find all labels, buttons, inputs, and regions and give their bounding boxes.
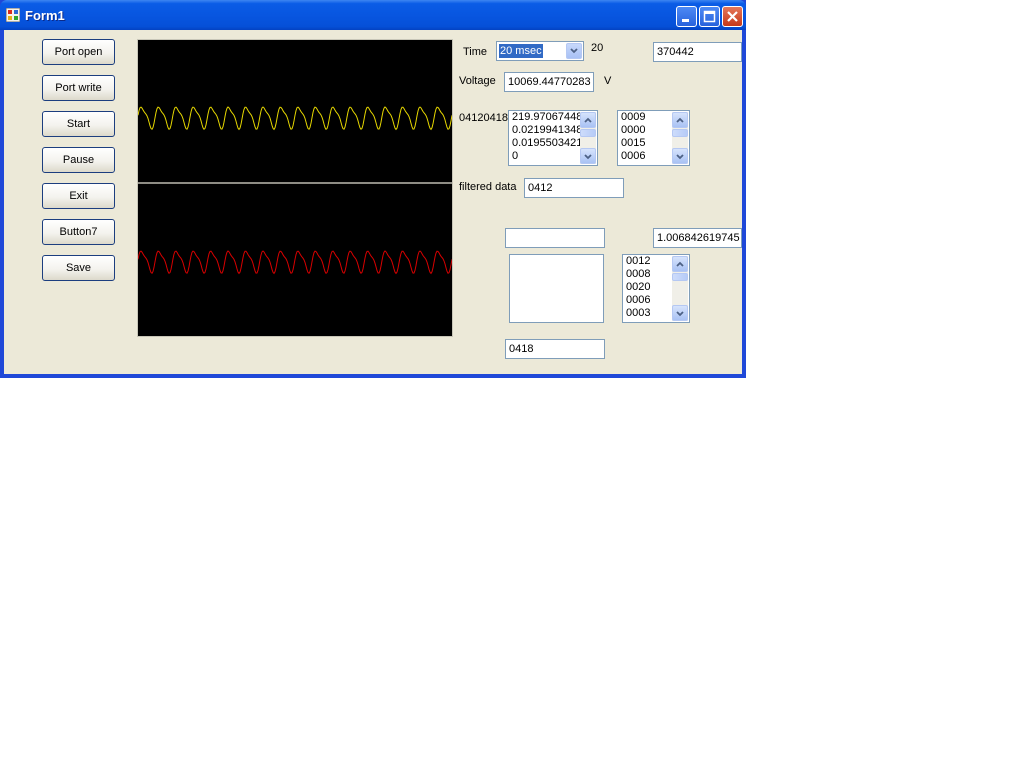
time-select-dropdown[interactable] [566,43,582,59]
close-button[interactable] [722,6,743,27]
codes2-scrollbar[interactable] [672,256,688,321]
port-write-button[interactable]: Port write [42,75,115,101]
scroll-down-icon [584,154,592,160]
values-scrollbar[interactable] [580,112,596,164]
time-label: Time [463,46,488,58]
raw-data-label: 04120418 [459,112,508,124]
scroll-down-icon [676,154,684,160]
maximize-button[interactable] [699,6,720,27]
scroll-down-button[interactable] [580,148,596,164]
app-icon [6,8,20,22]
scroll-thumb[interactable] [580,129,596,137]
minimize-button[interactable] [676,6,697,27]
values-listbox[interactable]: 219.97067448 0.0219941348 0.0195503421 0 [508,110,598,166]
scroll-thumb[interactable] [672,129,688,137]
save-button[interactable]: Save [42,255,115,281]
button7[interactable]: Button7 [42,219,115,245]
scroll-up-button[interactable] [580,112,596,128]
scroll-down-button[interactable] [672,305,688,321]
voltage-textbox[interactable]: 10069.44770283 [504,72,594,92]
empty-textbox[interactable] [505,228,605,248]
start-button[interactable]: Start [42,111,115,137]
port-open-button[interactable]: Port open [42,39,115,65]
title-bar[interactable]: Form1 [0,0,746,30]
time-select-value: 20 msec [499,44,543,58]
empty-listbox[interactable] [509,254,604,323]
scroll-up-icon [584,117,592,123]
time-select[interactable]: 20 msec [496,41,584,61]
form-client-area: Port open Port write Start Pause Exit Bu… [4,30,742,374]
ratio-textbox[interactable]: 1.006842619745 [653,228,742,248]
filtered-data-label: filtered data [459,181,517,193]
scroll-up-icon [676,117,684,123]
scroll-up-button[interactable] [672,256,688,272]
exit-button[interactable]: Exit [42,183,115,209]
scroll-thumb[interactable] [672,273,688,281]
main-window: Form1 Port open Port write Start Pause E… [0,0,746,378]
voltage-label: Voltage [459,75,496,87]
filtered-data-textbox[interactable]: 0412 [524,178,624,198]
waveform-trace-top [138,106,452,131]
chevron-down-icon [570,48,578,54]
window-title: Form1 [25,8,65,23]
scroll-up-button[interactable] [672,112,688,128]
pause-button[interactable]: Pause [42,147,115,173]
codes1-scrollbar[interactable] [672,112,688,164]
scroll-down-icon [676,311,684,317]
time-value-label: 20 [591,42,604,54]
bottom-textbox[interactable]: 0418 [505,339,605,359]
waveform-trace-bottom [138,250,452,275]
voltage-unit-label: V [604,75,612,87]
codes-listbox-1[interactable]: 0009 0000 0015 0006 [617,110,690,166]
scroll-up-icon [676,261,684,267]
counter-textbox[interactable]: 370442 [653,42,742,62]
codes-listbox-2[interactable]: 0012 0008 0020 0006 0003 [622,254,690,323]
maximize-icon [703,10,716,23]
scroll-down-button[interactable] [672,148,688,164]
close-icon [727,11,738,22]
minimize-icon [682,19,689,22]
waveform-display [137,39,453,337]
